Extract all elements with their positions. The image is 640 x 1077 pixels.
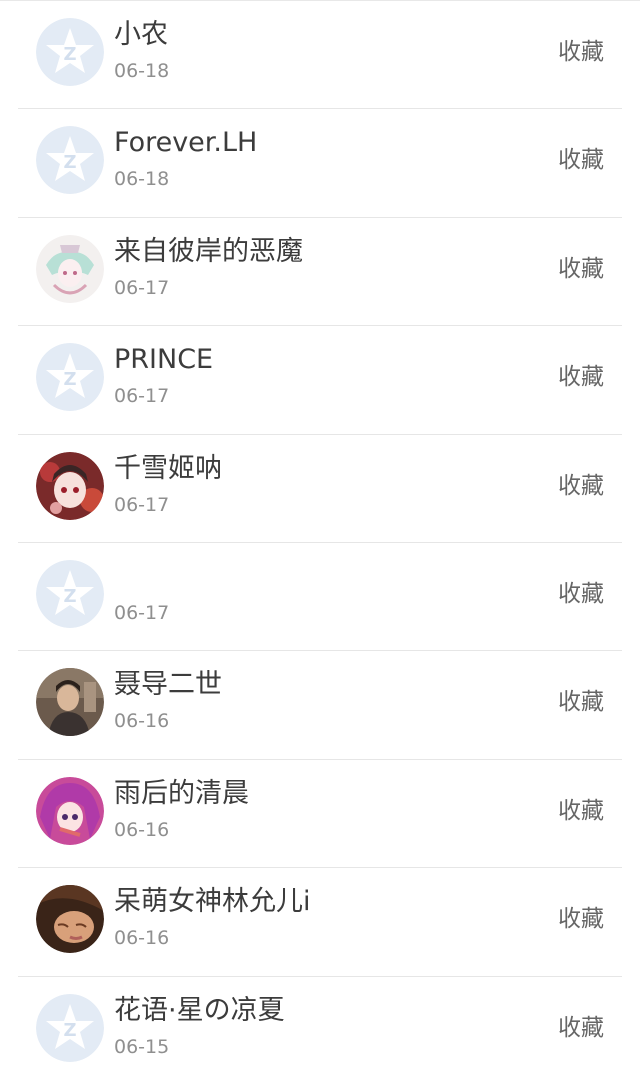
user-name[interactable]: PRINCE xyxy=(114,344,213,376)
visit-date: 06-17 xyxy=(114,601,170,624)
list-item[interactable]: Z 小农 06-18 收藏 xyxy=(0,1,640,110)
user-name[interactable]: 千雪姬呐 xyxy=(114,453,222,485)
favorite-button[interactable]: 收藏 xyxy=(558,145,604,175)
visit-date: 06-15 xyxy=(114,1035,170,1058)
visit-date: 06-18 xyxy=(114,60,170,82)
list-item[interactable]: 聂导二世 06-16 收藏 xyxy=(0,651,640,760)
list-item[interactable]: 来自彼岸的恶魔 06-17 收藏 xyxy=(0,218,640,327)
list-item[interactable]: Z PRINCE 06-17 收藏 xyxy=(0,326,640,435)
visit-date: 06-17 xyxy=(114,276,170,299)
list-item[interactable]: 千雪姬呐 06-17 收藏 xyxy=(0,435,640,543)
visit-date: 06-16 xyxy=(114,710,170,733)
user-name[interactable]: 聂导二世 xyxy=(114,669,222,701)
favorite-button[interactable]: 收藏 xyxy=(558,471,604,501)
user-avatar[interactable] xyxy=(36,234,104,303)
visitor-list: Z 小农 06-18 收藏 Z Forever.LH 06-18 收藏 来自彼岸… xyxy=(0,0,640,1077)
user-name[interactable]: 小农 xyxy=(114,19,168,51)
visit-date: 06-17 xyxy=(114,493,170,516)
visit-date: 06-16 xyxy=(114,927,170,950)
default-avatar-icon[interactable]: Z xyxy=(36,993,104,1062)
svg-text:Z: Z xyxy=(63,586,76,607)
favorite-button[interactable]: 收藏 xyxy=(558,254,604,284)
user-avatar[interactable] xyxy=(36,776,104,845)
list-item[interactable]: Z Forever.LH 06-18 收藏 xyxy=(0,109,640,218)
svg-text:Z: Z xyxy=(63,369,76,390)
user-name[interactable]: 雨后的清晨 xyxy=(114,778,249,810)
user-avatar[interactable] xyxy=(36,885,104,954)
favorite-button[interactable]: 收藏 xyxy=(558,362,604,392)
favorite-button[interactable]: 收藏 xyxy=(558,687,604,717)
visit-date: 06-16 xyxy=(114,818,170,841)
list-item[interactable]: Z 花语·星の凉夏 06-15 收藏 xyxy=(0,977,640,1077)
user-avatar[interactable] xyxy=(36,451,104,520)
svg-text:Z: Z xyxy=(63,152,76,173)
favorite-button[interactable]: 收藏 xyxy=(558,579,604,609)
user-name[interactable]: 呆萌女神林允儿i xyxy=(114,886,311,918)
svg-text:Z: Z xyxy=(63,44,76,65)
user-name[interactable]: 花语·星の凉夏 xyxy=(114,995,285,1027)
favorite-button[interactable]: 收藏 xyxy=(558,904,604,934)
svg-text:Z: Z xyxy=(63,1020,76,1041)
user-avatar[interactable] xyxy=(36,668,104,737)
favorite-button[interactable]: 收藏 xyxy=(558,37,604,67)
favorite-button[interactable]: 收藏 xyxy=(558,1013,604,1043)
visit-date: 06-18 xyxy=(114,168,170,191)
favorite-button[interactable]: 收藏 xyxy=(558,796,604,826)
default-avatar-icon[interactable]: Z xyxy=(36,18,104,86)
user-name[interactable]: Forever.LH xyxy=(114,127,257,159)
default-avatar-icon[interactable]: Z xyxy=(36,343,104,412)
list-item[interactable]: Z 06-17 收藏 xyxy=(0,543,640,652)
default-avatar-icon[interactable]: Z xyxy=(36,559,104,628)
list-item[interactable]: 呆萌女神林允儿i 06-16 收藏 xyxy=(0,868,640,977)
user-name[interactable]: 来自彼岸的恶魔 xyxy=(114,236,303,268)
default-avatar-icon[interactable]: Z xyxy=(36,126,104,195)
visit-date: 06-17 xyxy=(114,385,170,408)
list-item[interactable]: 雨后的清晨 06-16 收藏 xyxy=(0,760,640,869)
